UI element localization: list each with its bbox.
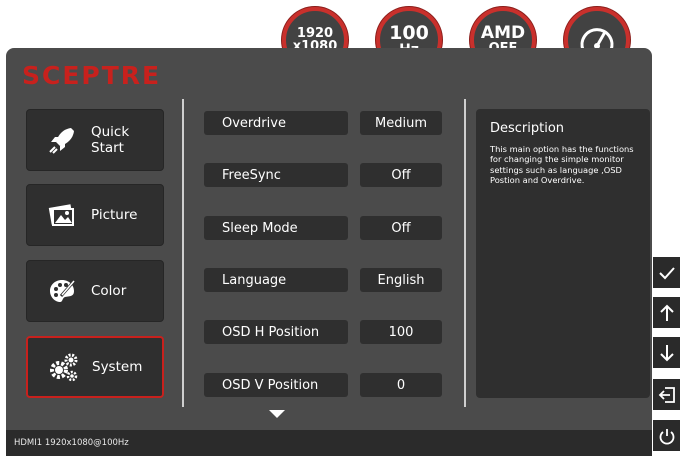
option-label: Language [222,272,287,288]
option-language-value[interactable]: English [360,268,442,292]
menu-item-system[interactable]: System [26,336,164,398]
option-freesync-value[interactable]: Off [360,163,442,187]
menu-item-picture[interactable]: Picture [26,184,164,246]
option-label: Overdrive [222,115,286,131]
menu-item-label: Color [91,283,127,299]
option-label: Sleep Mode [222,220,298,236]
option-freesync[interactable]: FreeSync [204,163,348,187]
palette-icon [45,274,79,308]
option-value: Off [391,167,411,183]
option-overdrive-value[interactable]: Medium [360,111,442,135]
confirm-button[interactable] [653,257,680,288]
option-value: 0 [396,377,406,393]
sceptre-logo: SCEPTRE [22,61,161,88]
right-divider [464,99,466,407]
option-osd-h-position[interactable]: OSD H Position [204,320,348,344]
power-icon [659,428,674,445]
option-label: OSD H Position [222,324,320,340]
refresh-rate-value: 100 [389,21,429,44]
menu-item-quick-start[interactable]: Quick Start [26,109,164,171]
menu-item-label: Quick Start [91,124,130,156]
option-value: 100 [388,324,414,340]
status-text: HDMI1 1920x1080@100Hz [14,438,129,448]
option-sleep-mode-value[interactable]: Off [360,216,442,240]
option-label: OSD V Position [222,377,319,393]
picture-icon [45,198,79,232]
status-bar: HDMI1 1920x1080@100Hz [6,430,652,456]
option-overdrive[interactable]: Overdrive [204,111,348,135]
rocket-icon [45,123,79,157]
option-value: Off [391,220,411,236]
check-icon [658,266,675,279]
menu-item-label: Picture [91,207,138,223]
option-sleep-mode[interactable]: Sleep Mode [204,216,348,240]
scroll-down-indicator [269,410,285,418]
description-body: This main option has the functions for c… [490,144,634,186]
down-button[interactable] [653,337,680,368]
gears-icon [46,350,80,384]
exit-button[interactable] [653,379,680,410]
menu-item-color[interactable]: Color [26,260,164,322]
osd-panel: SCEPTRE Quick Start Picture Color System… [6,48,652,456]
option-label: FreeSync [222,167,281,183]
arrow-down-icon [659,344,674,361]
option-osd-v-position[interactable]: OSD V Position [204,373,348,397]
menu-item-label: System [92,359,143,375]
option-language[interactable]: Language [204,268,348,292]
option-osd-h-position-value[interactable]: 100 [360,320,442,344]
left-divider [182,99,184,407]
description-title: Description [490,121,565,136]
description-panel: Description This main option has the fun… [476,109,650,398]
option-value: Medium [375,115,427,131]
amd-label: AMD [480,23,526,43]
exit-icon [658,386,675,403]
power-button[interactable] [653,420,680,451]
up-button[interactable] [653,297,680,328]
arrow-up-icon [659,304,674,321]
option-value: English [377,272,425,288]
svg-text:SCEPTRE: SCEPTRE [22,61,161,88]
option-osd-v-position-value[interactable]: 0 [360,373,442,397]
